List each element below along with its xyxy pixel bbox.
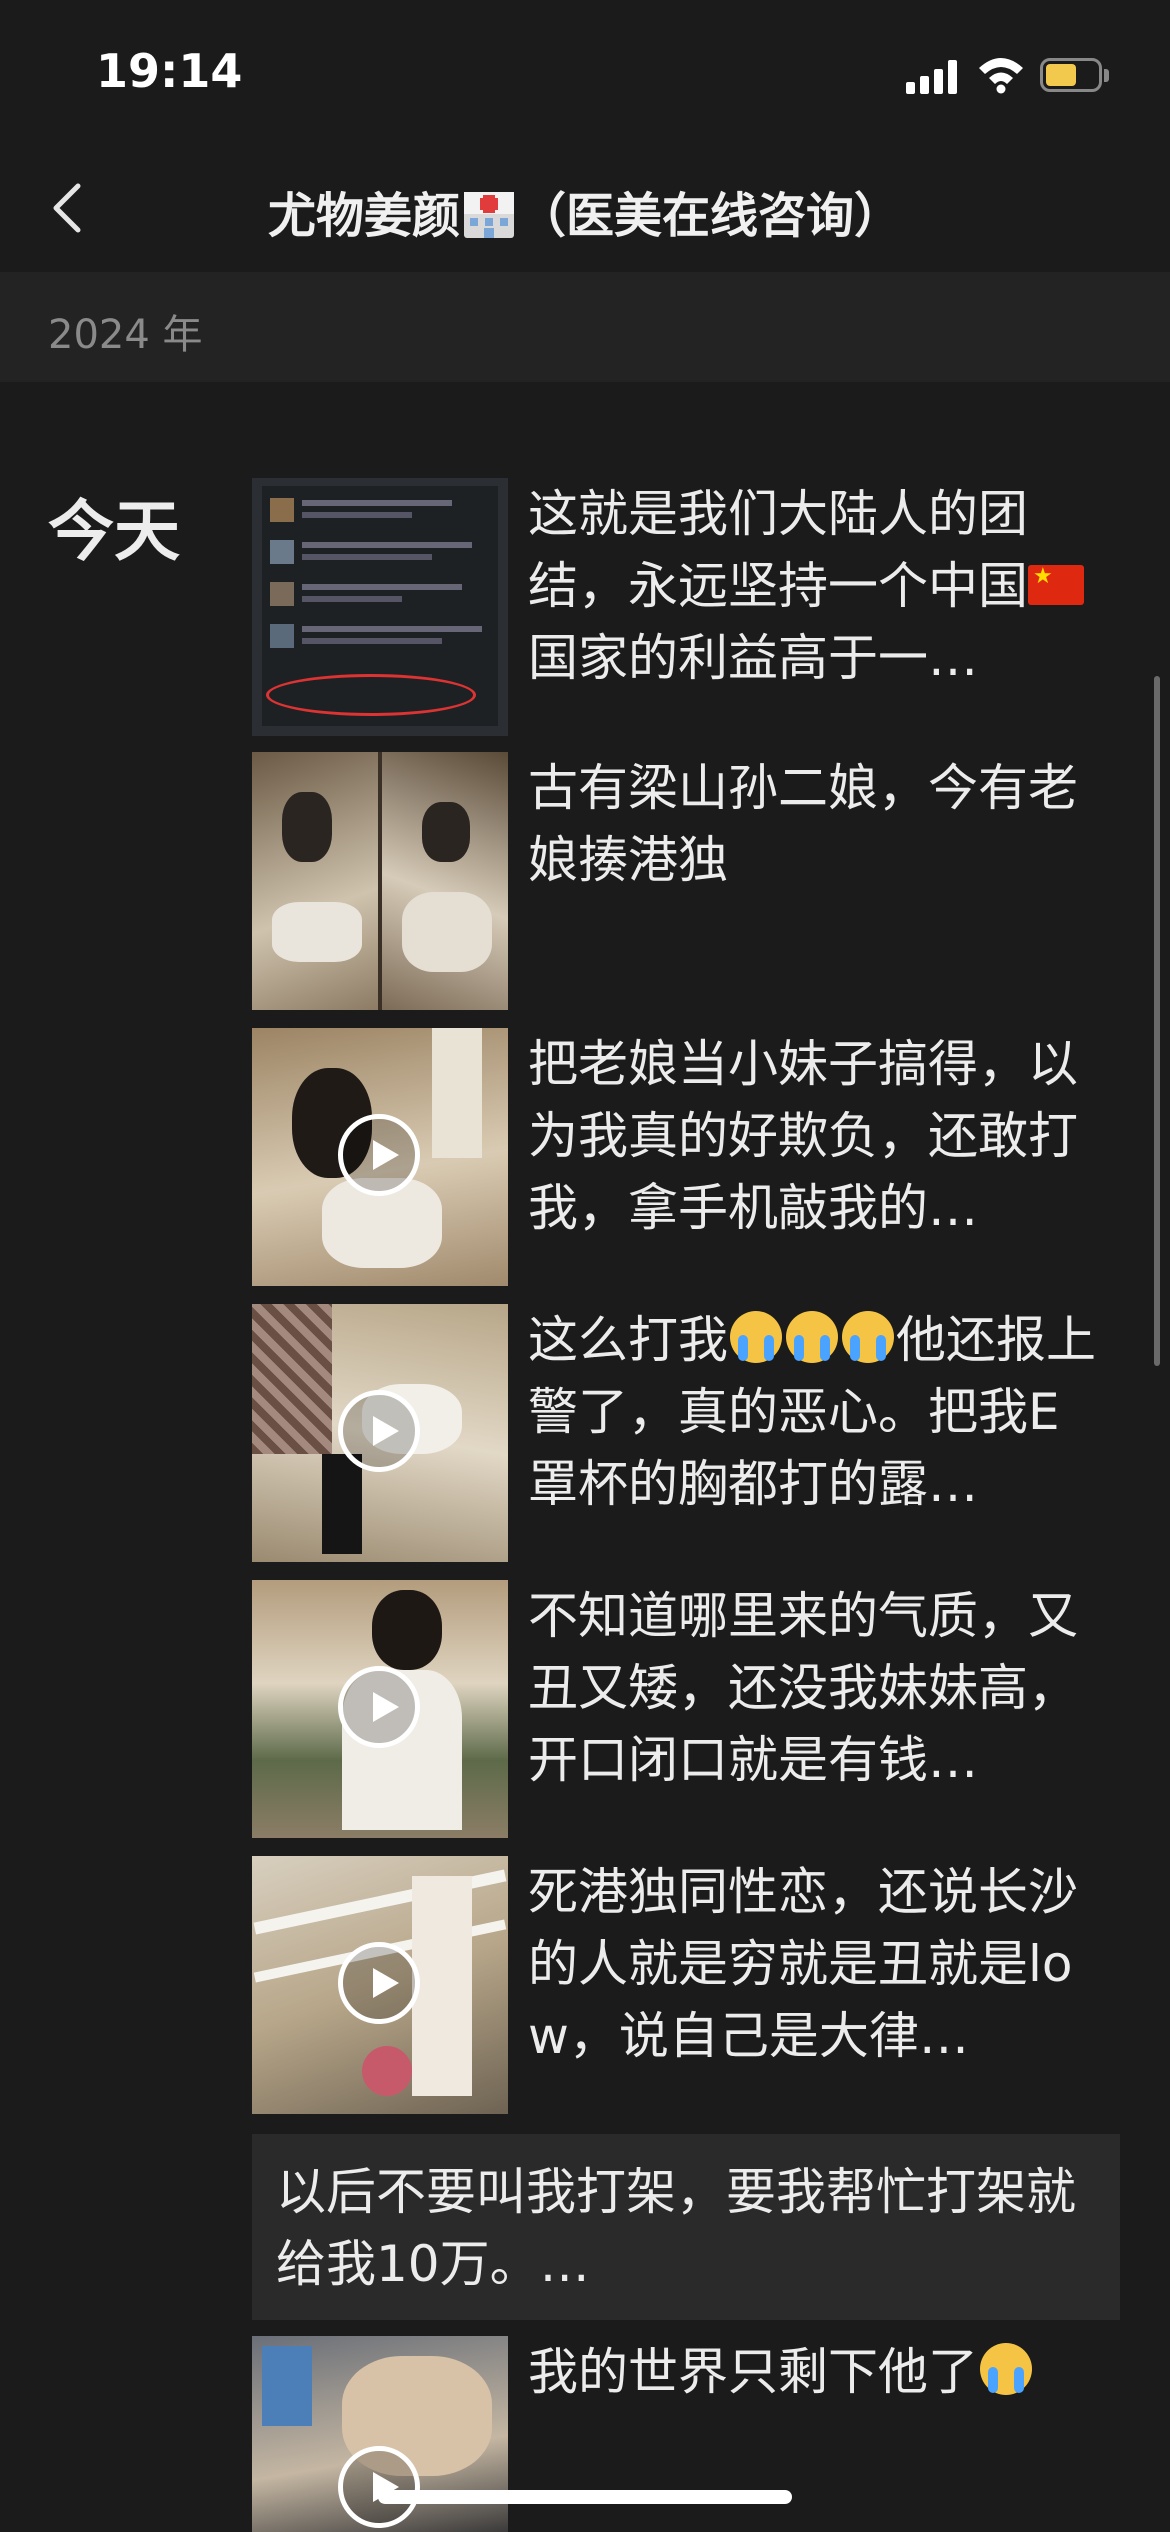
crying-emoji-icon: [786, 1311, 838, 1363]
year-label: 2024 年: [48, 312, 203, 358]
page-title: 尤物姜颜 （医美在线咨询）: [0, 176, 1170, 246]
moment-post[interactable]: 不知道哪里来的气质，又丑又矮，还没我妹妹高，开口闭口就是有钱…: [252, 1580, 1122, 1838]
post-thumbnail: [252, 1580, 508, 1838]
post-thumbnail: [252, 1028, 508, 1286]
post-caption-text: 把老娘当小妹子搞得，以为我真的好欺负，还敢打我，拿手机敲我的…: [528, 1035, 1078, 1237]
cellular-signal-icon: [906, 60, 958, 94]
post-caption-text: 死港独同性恋，还说长沙的人就是穷就是丑就是low，说自己是大律…: [528, 1863, 1078, 2065]
post-caption-text: 这就是我们大陆人的团结，永远坚持一个中国国家的利益高于一…: [528, 485, 1090, 687]
hospital-icon: [464, 192, 514, 238]
scrollbar[interactable]: [1154, 676, 1160, 1366]
post-caption: 不知道哪里来的气质，又丑又矮，还没我妹妹高，开口闭口就是有钱…: [528, 1580, 1108, 1796]
battery-icon: [1040, 58, 1112, 94]
play-icon: [338, 1114, 420, 1196]
post-caption: 把老娘当小妹子搞得，以为我真的好欺负，还敢打我，拿手机敲我的…: [528, 1028, 1108, 1244]
moment-post[interactable]: 这么打我 他还报上警了，真的恶心。把我E罩杯的胸都打的露…: [252, 1304, 1122, 1562]
post-caption: 死港独同性恋，还说长沙的人就是穷就是丑就是low，说自己是大律…: [528, 1856, 1108, 2072]
post-caption-text: 这么打我: [528, 1311, 728, 1369]
post-thumbnail: [252, 1856, 508, 2114]
play-icon: [338, 1666, 420, 1748]
day-label: 今天: [48, 493, 180, 570]
nav-bar: 尤物姜颜 （医美在线咨询）: [0, 140, 1170, 270]
text-post[interactable]: 以后不要叫我打架，要我帮忙打架就给我10万。…: [252, 2134, 1120, 2320]
play-icon: [338, 2446, 420, 2528]
status-time: 19:14: [96, 44, 243, 98]
play-icon: [338, 1390, 420, 1472]
crying-emoji-icon: [842, 1311, 894, 1363]
moment-post[interactable]: 死港独同性恋，还说长沙的人就是穷就是丑就是low，说自己是大律…: [252, 1856, 1122, 2114]
play-icon: [338, 1942, 420, 2024]
crying-emoji-icon: [730, 1311, 782, 1363]
crying-emoji-icon: [980, 2343, 1032, 2395]
title-name: 尤物姜颜: [267, 188, 460, 244]
title-subtitle: （医美在线咨询）: [518, 188, 903, 244]
post-caption-text: 古有梁山孙二娘，今有老娘揍港独: [528, 759, 1078, 889]
status-bar: 19:14: [0, 0, 1170, 140]
post-caption: 我的世界只剩下他了: [528, 2336, 1108, 2408]
post-caption-text: 我的世界只剩下他了: [528, 2343, 978, 2401]
moment-post[interactable]: 古有梁山孙二娘，今有老娘揍港独: [252, 752, 1122, 1010]
post-caption: 这就是我们大陆人的团结，永远坚持一个中国国家的利益高于一…: [528, 478, 1108, 694]
home-indicator[interactable]: [378, 2490, 792, 2504]
china-flag-icon: [1028, 565, 1084, 605]
post-caption: 古有梁山孙二娘，今有老娘揍港独: [528, 752, 1108, 896]
moment-post[interactable]: 这就是我们大陆人的团结，永远坚持一个中国国家的利益高于一…: [252, 478, 1122, 736]
post-caption: 以后不要叫我打架，要我帮忙打架就给我10万。…: [276, 2163, 1076, 2293]
post-caption: 这么打我 他还报上警了，真的恶心。把我E罩杯的胸都打的露…: [528, 1304, 1108, 1520]
post-thumbnail: [252, 478, 508, 736]
moment-post[interactable]: 把老娘当小妹子搞得，以为我真的好欺负，还敢打我，拿手机敲我的…: [252, 1028, 1122, 1286]
post-caption-text: 不知道哪里来的气质，又丑又矮，还没我妹妹高，开口闭口就是有钱…: [528, 1587, 1078, 1789]
wifi-icon: [979, 58, 1023, 94]
post-thumbnail: [252, 752, 508, 1010]
year-header: 2024 年: [0, 272, 1170, 382]
post-thumbnail: [252, 1304, 508, 1562]
